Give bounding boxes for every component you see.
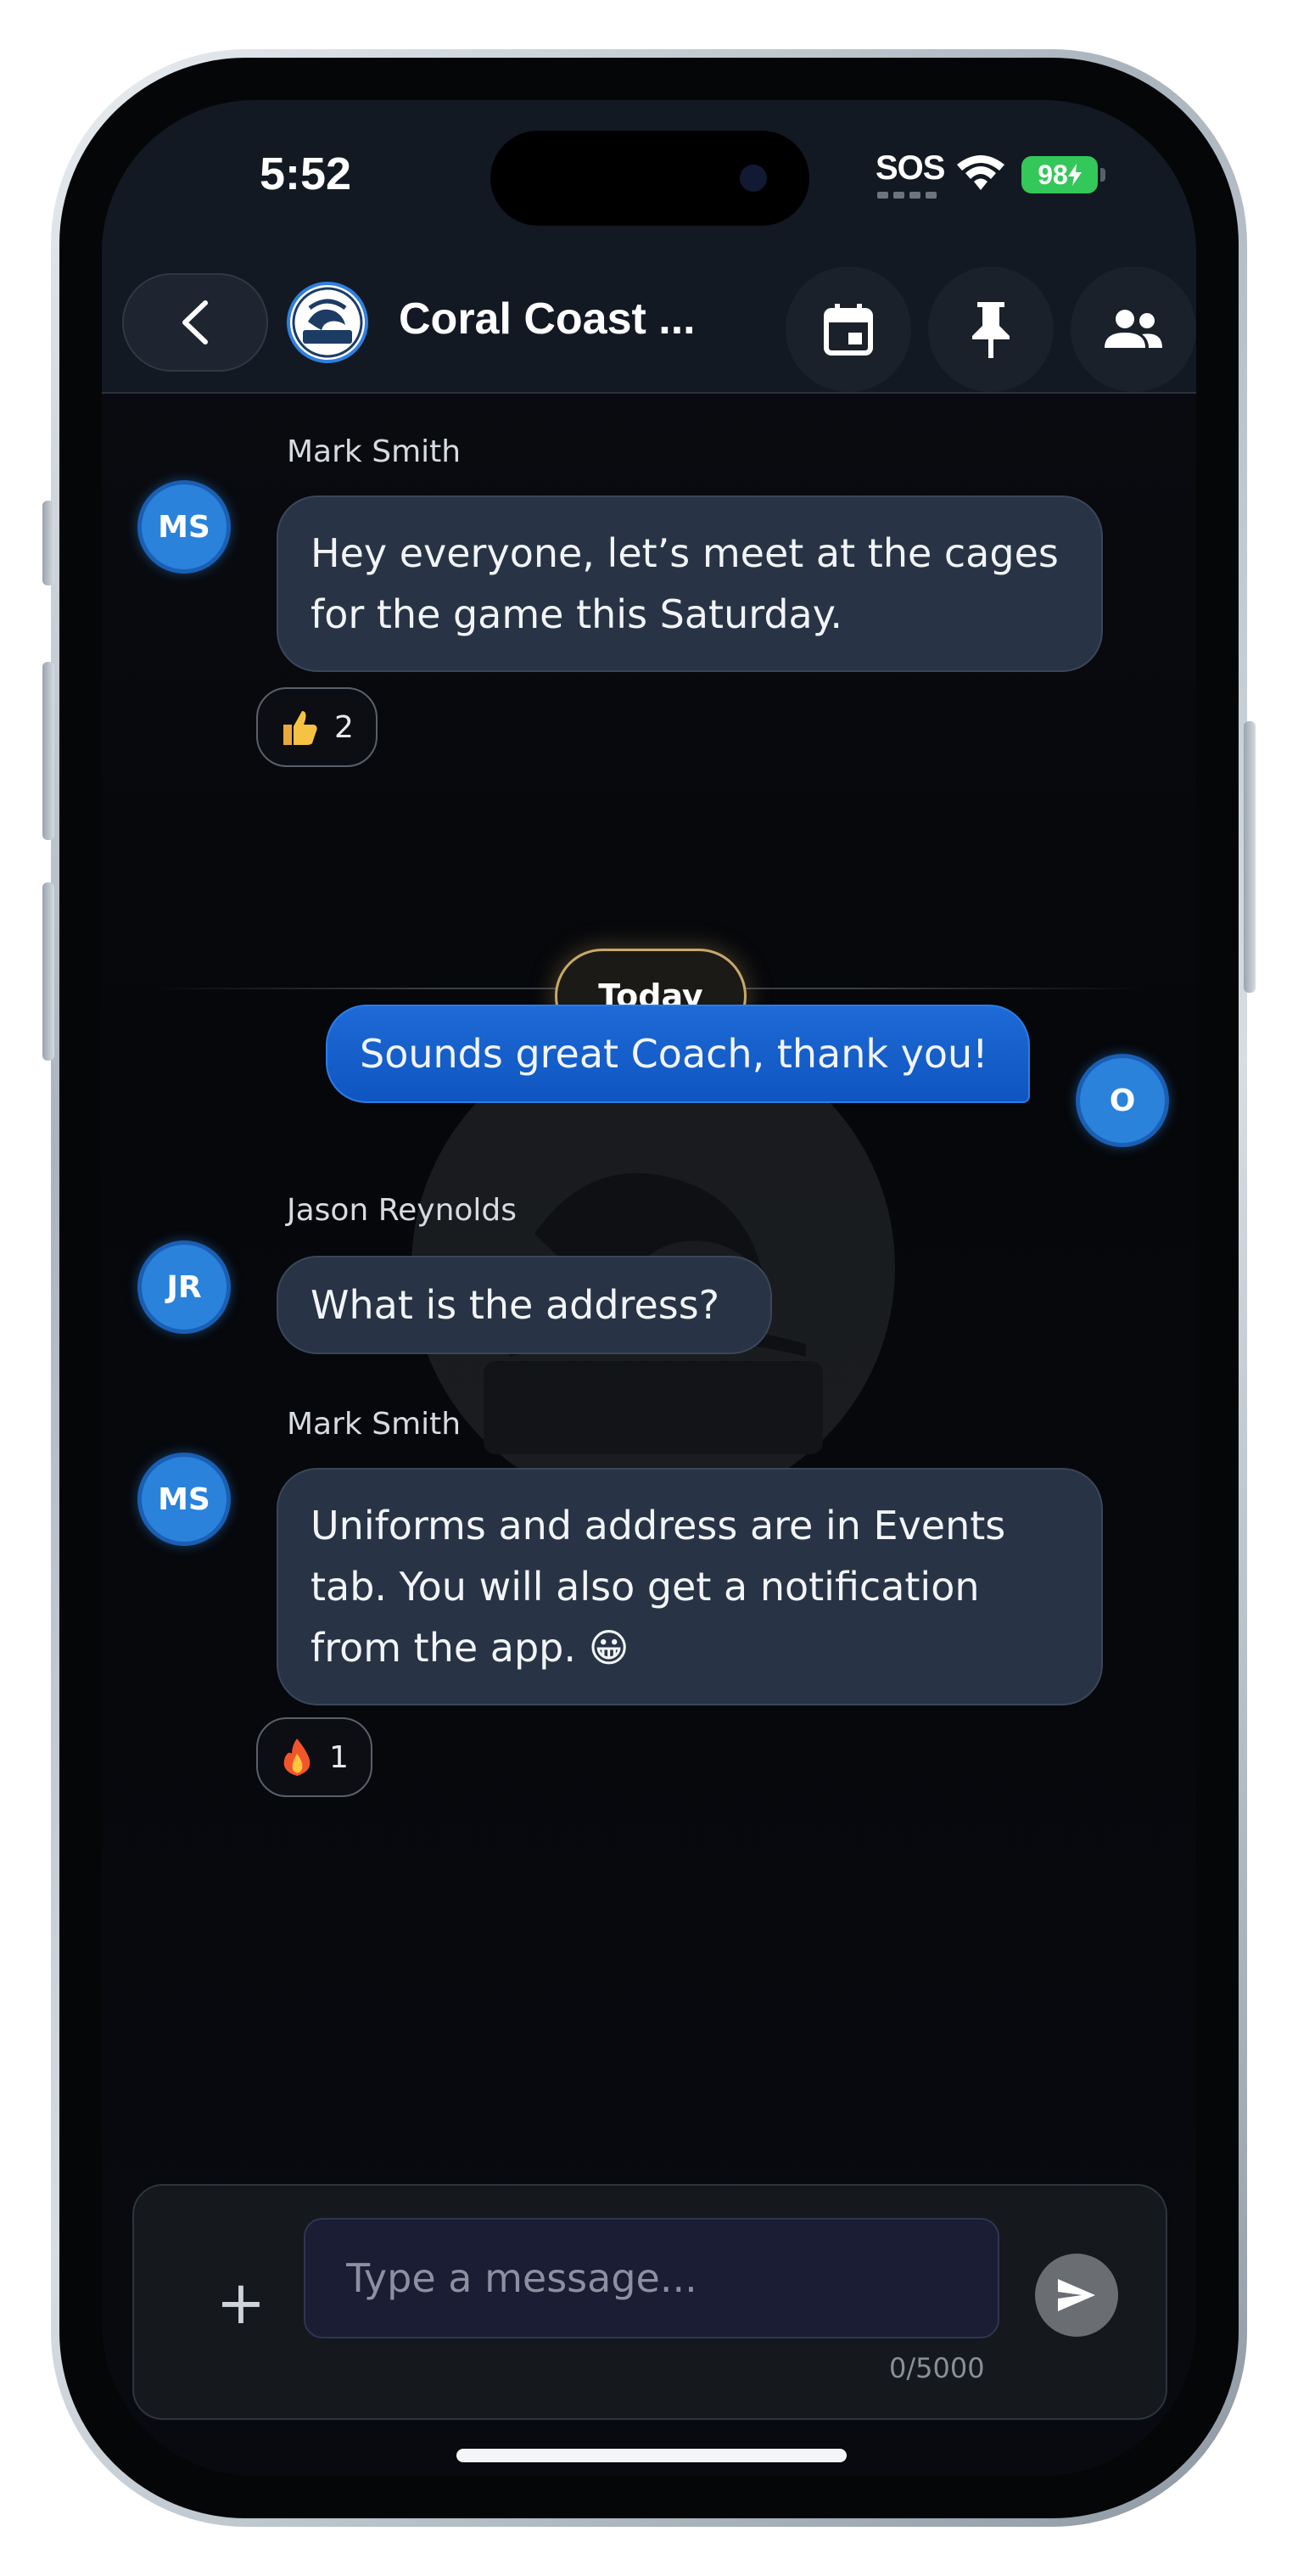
attach-plus-button[interactable]: + xyxy=(215,2273,266,2332)
avatar-initials: MS xyxy=(158,509,210,545)
sender-name: Jason Reynolds xyxy=(287,1193,518,1228)
group-title[interactable]: Coral Coast ... xyxy=(399,294,696,344)
signal-dots xyxy=(877,192,937,199)
bolt-icon xyxy=(1067,164,1082,186)
sender-name: Mark Smith xyxy=(287,434,462,469)
calendar-button[interactable] xyxy=(786,266,911,392)
pinned-button[interactable] xyxy=(928,266,1054,392)
chevron-left-icon xyxy=(182,300,208,344)
avatar[interactable]: MS xyxy=(137,480,231,574)
send-icon xyxy=(1058,2279,1095,2311)
dynamic-island xyxy=(490,131,809,226)
sender-name: Mark Smith xyxy=(287,1407,462,1442)
reaction-count: 1 xyxy=(329,1739,349,1775)
my-message-bubble[interactable]: Sounds great Coach, thank you! xyxy=(326,1005,1030,1103)
pin-icon xyxy=(972,302,1010,358)
group-icon xyxy=(1105,310,1162,348)
avatar[interactable]: JR xyxy=(137,1240,231,1334)
volume-down-button xyxy=(42,882,54,1061)
battery-level: 98 xyxy=(1038,159,1068,190)
message-composer: + 0/5000 xyxy=(132,2184,1167,2420)
members-button[interactable] xyxy=(1071,266,1196,392)
message-bubble[interactable]: Uniforms and address are in Events tab. … xyxy=(277,1468,1103,1705)
fire-emoji-icon xyxy=(283,1739,311,1776)
group-avatar[interactable] xyxy=(287,282,368,363)
wifi-icon xyxy=(957,155,1004,190)
action-button xyxy=(42,501,54,585)
volume-up-button xyxy=(42,662,54,840)
avatar-initials: JR xyxy=(166,1269,202,1305)
status-time: 5:52 xyxy=(260,148,352,199)
reaction-count: 2 xyxy=(334,709,354,745)
reaction-chip[interactable]: 2 xyxy=(256,687,378,767)
team-logo-icon xyxy=(292,287,363,358)
my-avatar[interactable]: O xyxy=(1076,1054,1169,1147)
reaction-chip[interactable]: 1 xyxy=(256,1717,372,1797)
top-bar: 5:52 SOS 98 Coral Coast ... xyxy=(102,100,1196,394)
back-button[interactable] xyxy=(122,273,268,372)
power-button xyxy=(1244,721,1256,993)
home-indicator[interactable] xyxy=(456,2449,847,2462)
character-count: 0/5000 xyxy=(889,2352,985,2384)
send-button[interactable] xyxy=(1035,2254,1118,2337)
avatar[interactable]: MS xyxy=(137,1453,231,1546)
sos-indicator: SOS xyxy=(876,149,945,187)
battery-tip xyxy=(1100,168,1105,182)
message-bubble[interactable]: What is the address? xyxy=(277,1256,772,1354)
battery-indicator: 98 xyxy=(1021,156,1098,193)
chat-screen: 5:52 SOS 98 Coral Coast ... Mark Smith M… xyxy=(102,100,1196,2476)
calendar-icon xyxy=(824,304,873,356)
avatar-initials: O xyxy=(1109,1083,1136,1118)
message-input[interactable] xyxy=(304,2218,999,2338)
avatar-initials: MS xyxy=(158,1481,210,1517)
message-bubble[interactable]: Hey everyone, let’s meet at the cages fo… xyxy=(277,496,1103,672)
thumbs-up-emoji-icon xyxy=(283,711,317,745)
